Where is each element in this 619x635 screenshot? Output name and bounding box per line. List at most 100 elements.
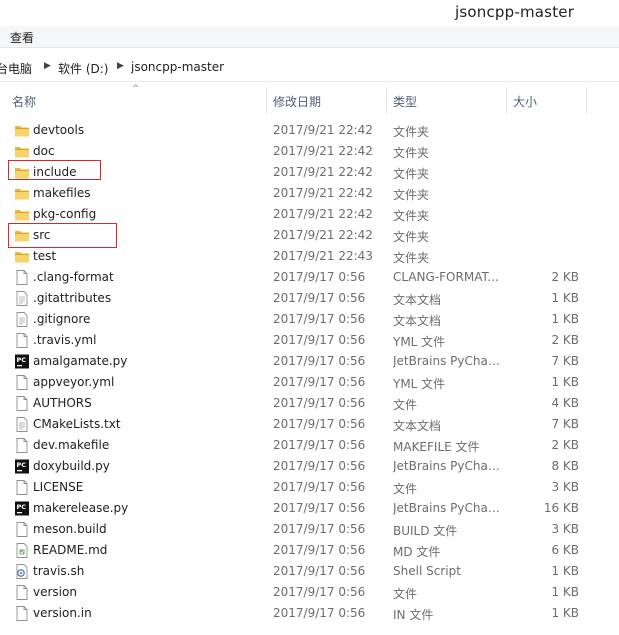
svg-text:PC: PC bbox=[17, 461, 27, 469]
file-row[interactable]: .travis.yml 2017/9/17 0:56 YML 文件 2 KB bbox=[0, 330, 619, 351]
file-modified-date: 2017/9/17 0:56 bbox=[273, 543, 366, 557]
sort-ascending-icon: ^ bbox=[132, 84, 140, 94]
text-file-icon bbox=[14, 417, 30, 432]
file-modified-date: 2017/9/17 0:56 bbox=[273, 354, 366, 368]
menu-view[interactable]: 查看 bbox=[10, 29, 34, 46]
file-modified-date: 2017/9/17 0:56 bbox=[273, 375, 366, 389]
file-row[interactable]: PC makerelease.py 2017/9/17 0:56 JetBrains … bbox=[0, 498, 619, 519]
file-row[interactable]: version.in 2017/9/17 0:56 IN 文件 1 KB bbox=[0, 603, 619, 624]
file-size: 3 KB bbox=[551, 480, 579, 494]
file-type: 文本文档 bbox=[393, 293, 442, 307]
pycharm-icon: PC bbox=[14, 501, 30, 516]
breadcrumb-drive-d[interactable]: 软件 (D:) bbox=[58, 60, 108, 77]
file-name: test bbox=[33, 249, 57, 263]
file-name: makefiles bbox=[33, 186, 91, 200]
file-name: dev.makefile bbox=[33, 438, 110, 452]
file-name: travis.sh bbox=[33, 564, 85, 578]
column-divider[interactable] bbox=[266, 86, 267, 114]
file-row[interactable]: PC doxybuild.py 2017/9/17 0:56 JetBrains Py… bbox=[0, 456, 619, 477]
folder-row[interactable]: pkg-config 2017/9/21 22:42 文件夹 bbox=[0, 204, 619, 225]
file-row[interactable]: travis.sh 2017/9/17 0:56 Shell Script 1 KB bbox=[0, 561, 619, 582]
file-icon bbox=[14, 606, 30, 621]
folder-icon bbox=[14, 207, 30, 222]
text-file-icon bbox=[14, 291, 30, 306]
file-icon bbox=[14, 333, 30, 348]
column-type[interactable]: 类型 bbox=[393, 93, 417, 110]
file-row[interactable]: AUTHORS 2017/9/17 0:56 文件 4 KB bbox=[0, 393, 619, 414]
file-row[interactable]: LICENSE 2017/9/17 0:56 文件 3 KB bbox=[0, 477, 619, 498]
file-name: version.in bbox=[33, 606, 92, 620]
file-type: 文件 bbox=[393, 482, 418, 496]
column-size[interactable]: 大小 bbox=[513, 93, 537, 110]
chevron-right-icon[interactable]: ▶ bbox=[117, 61, 124, 71]
file-name: .clang-format bbox=[33, 270, 114, 284]
file-modified-date: 2017/9/17 0:56 bbox=[273, 312, 366, 326]
column-date[interactable]: 修改日期 bbox=[273, 93, 321, 110]
file-size: 1 KB bbox=[551, 291, 579, 305]
file-size: 6 KB bbox=[551, 543, 579, 557]
folder-icon bbox=[14, 249, 30, 264]
pycharm-icon: PC bbox=[14, 354, 30, 369]
file-row[interactable]: .clang-format 2017/9/17 0:56 CLANG-FORMAT.… bbox=[0, 267, 619, 288]
file-modified-date: 2017/9/17 0:56 bbox=[273, 291, 366, 305]
file-size: 1 KB bbox=[551, 312, 579, 326]
file-icon bbox=[14, 396, 30, 411]
column-divider[interactable] bbox=[506, 86, 507, 114]
svg-text:PC: PC bbox=[17, 356, 27, 364]
file-type: 文件夹 bbox=[393, 209, 430, 223]
file-row[interactable]: .gitignore 2017/9/17 0:56 文本文档 1 KB bbox=[0, 309, 619, 330]
column-divider[interactable] bbox=[386, 86, 387, 114]
file-row[interactable]: README.md 2017/9/17 0:56 MD 文件 6 KB bbox=[0, 540, 619, 561]
file-size: 1 KB bbox=[551, 585, 579, 599]
file-size: 1 KB bbox=[551, 375, 579, 389]
file-row[interactable]: PC amalgamate.py 2017/9/17 0:56 JetBrains P… bbox=[0, 351, 619, 372]
folder-row[interactable]: devtools 2017/9/21 22:42 文件夹 bbox=[0, 120, 619, 141]
column-divider[interactable] bbox=[586, 86, 587, 114]
file-type: MD 文件 bbox=[393, 545, 441, 559]
file-modified-date: 2017/9/21 22:42 bbox=[273, 123, 373, 137]
file-size: 7 KB bbox=[551, 354, 579, 368]
file-name: makerelease.py bbox=[33, 501, 129, 515]
chevron-right-icon[interactable]: ▶ bbox=[44, 61, 51, 71]
file-size: 3 KB bbox=[551, 522, 579, 536]
file-row[interactable]: appveyor.yml 2017/9/17 0:56 YML 文件 1 KB bbox=[0, 372, 619, 393]
file-type: IN 文件 bbox=[393, 608, 434, 622]
folder-row[interactable]: makefiles 2017/9/21 22:42 文件夹 bbox=[0, 183, 619, 204]
md-file-icon bbox=[14, 543, 30, 558]
file-modified-date: 2017/9/21 22:42 bbox=[273, 144, 373, 158]
file-row[interactable]: version 2017/9/17 0:56 文件 1 KB bbox=[0, 582, 619, 603]
file-row[interactable]: meson.build 2017/9/17 0:56 BUILD 文件 3 KB bbox=[0, 519, 619, 540]
file-modified-date: 2017/9/21 22:42 bbox=[273, 186, 373, 200]
file-modified-date: 2017/9/17 0:56 bbox=[273, 480, 366, 494]
file-modified-date: 2017/9/17 0:56 bbox=[273, 585, 366, 599]
breadcrumb-this-pc[interactable]: 台电脑 bbox=[0, 60, 32, 77]
column-header: ^ 名称 修改日期 类型 大小 bbox=[0, 84, 619, 114]
file-name: doxybuild.py bbox=[33, 459, 110, 473]
file-size: 1 KB bbox=[551, 606, 579, 620]
file-modified-date: 2017/9/17 0:56 bbox=[273, 438, 366, 452]
folder-row[interactable]: test 2017/9/21 22:43 文件夹 bbox=[0, 246, 619, 267]
column-name[interactable]: 名称 bbox=[12, 93, 36, 110]
file-name: .travis.yml bbox=[33, 333, 97, 347]
file-type: 文件 bbox=[393, 587, 418, 601]
file-type: MAKEFILE 文件 bbox=[393, 440, 480, 454]
file-type: YML 文件 bbox=[393, 377, 446, 391]
title-bar: jsoncpp-master bbox=[0, 0, 619, 26]
file-row[interactable]: dev.makefile 2017/9/17 0:56 MAKEFILE 文件 2 K… bbox=[0, 435, 619, 456]
file-row[interactable]: .gitattributes 2017/9/17 0:56 文本文档 1 KB bbox=[0, 288, 619, 309]
file-name: CMakeLists.txt bbox=[33, 417, 121, 431]
file-row[interactable]: CMakeLists.txt 2017/9/17 0:56 文本文档 7 KB bbox=[0, 414, 619, 435]
file-type: 文件夹 bbox=[393, 188, 430, 202]
breadcrumb-current-folder[interactable]: jsoncpp-master bbox=[131, 60, 224, 74]
file-type: 文本文档 bbox=[393, 314, 442, 328]
shell-script-icon bbox=[14, 564, 30, 579]
file-icon bbox=[14, 480, 30, 495]
file-name: .gitignore bbox=[33, 312, 91, 326]
folder-row[interactable]: doc 2017/9/21 22:42 文件夹 bbox=[0, 141, 619, 162]
file-name: README.md bbox=[33, 543, 108, 557]
file-type: JetBrains PyChar... bbox=[393, 354, 501, 368]
address-bar[interactable]: 台电脑 ▶ 软件 (D:) ▶ jsoncpp-master bbox=[0, 52, 619, 82]
file-icon bbox=[14, 585, 30, 600]
folder-icon bbox=[14, 186, 30, 201]
file-modified-date: 2017/9/17 0:56 bbox=[273, 333, 366, 347]
